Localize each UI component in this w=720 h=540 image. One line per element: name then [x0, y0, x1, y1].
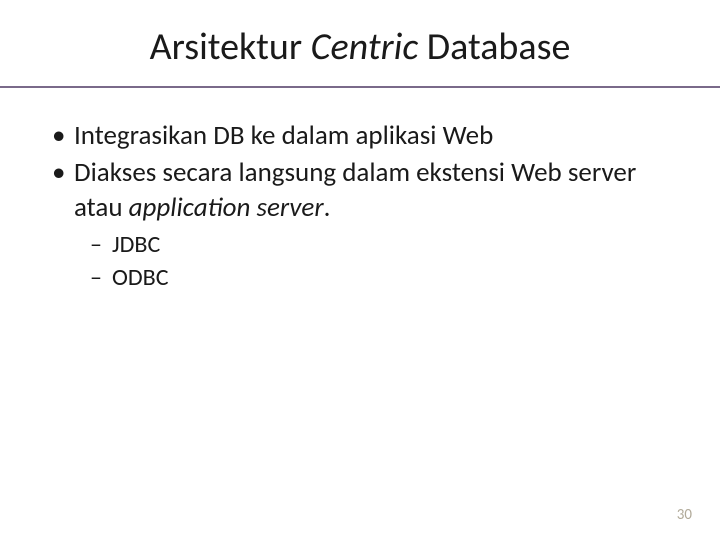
sub-bullet-text: JDBC — [112, 230, 160, 259]
bullet-italic: application server — [129, 191, 324, 224]
sub-bullet-item: ODBC — [90, 262, 680, 294]
title-italic: Centric — [311, 24, 418, 70]
title-part1: Arsitektur — [150, 24, 311, 70]
slide-container: Arsitektur Centric Database Integrasikan… — [0, 0, 720, 540]
bullet-text: Integrasikan DB ke dalam aplikasi Web — [74, 119, 493, 152]
title-part2: Database — [418, 24, 570, 70]
slide-title: Arsitektur Centric Database — [40, 24, 680, 70]
title-divider — [0, 86, 720, 88]
sub-bullet-item: JDBC — [90, 229, 680, 261]
sub-bullet-text: ODBC — [112, 263, 169, 292]
page-number: 30 — [677, 506, 692, 524]
bullet-item: Integrasikan DB ke dalam aplikasi Web — [48, 118, 680, 153]
bullet-item: Diakses secara langsung dalam ekstensi W… — [48, 155, 680, 225]
sub-bullet-list: JDBC ODBC — [90, 229, 680, 294]
bullet-suffix: . — [324, 191, 331, 224]
content-area: Integrasikan DB ke dalam aplikasi Web Di… — [40, 118, 680, 294]
bullet-list: Integrasikan DB ke dalam aplikasi Web Di… — [48, 118, 680, 225]
